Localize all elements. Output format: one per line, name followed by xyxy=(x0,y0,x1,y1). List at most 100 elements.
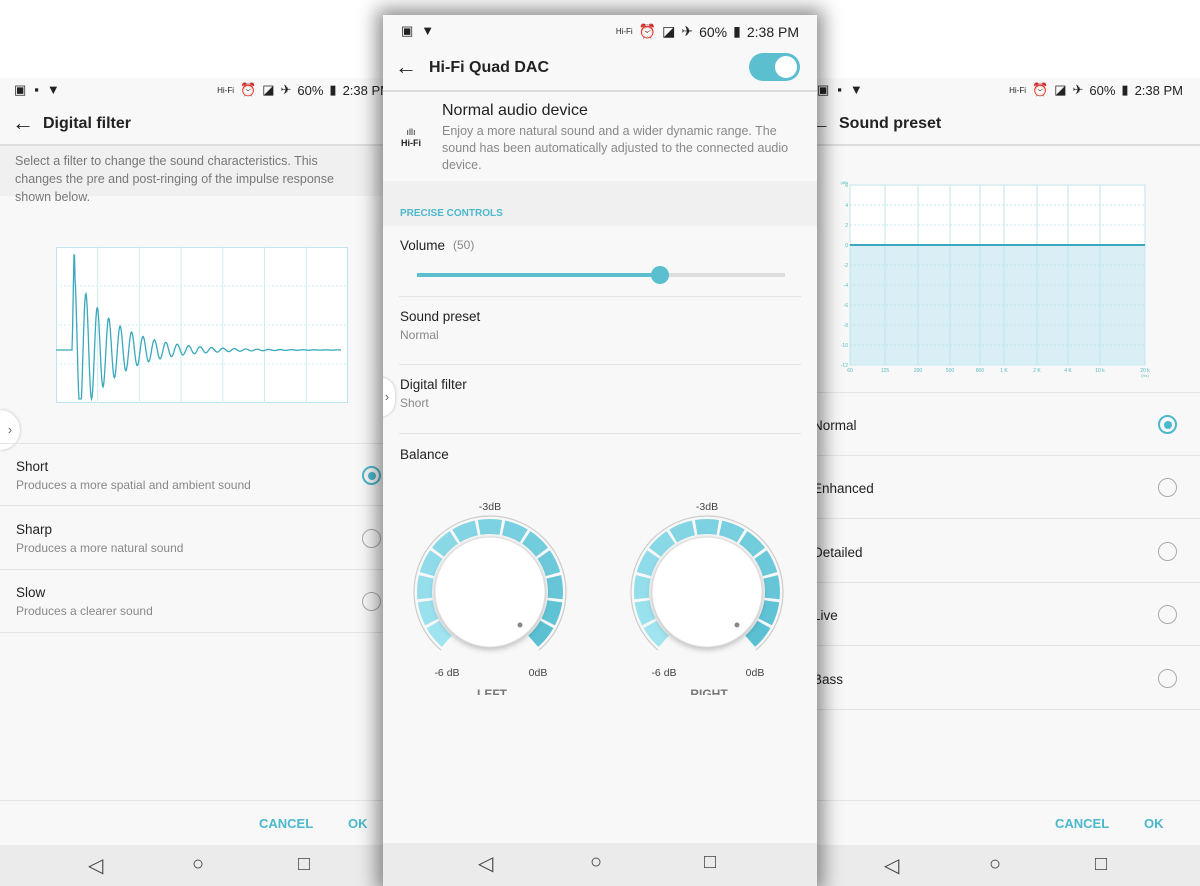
recents-nav-icon[interactable]: □ xyxy=(1095,853,1107,876)
y-tick-label: -4 xyxy=(844,283,849,289)
preset-option[interactable]: Live xyxy=(817,583,1200,647)
slider-thumb[interactable] xyxy=(650,266,669,284)
cancel-button[interactable]: CANCEL xyxy=(1055,816,1109,831)
home-nav-icon[interactable]: ○ xyxy=(590,851,602,874)
filter-label: Sharp xyxy=(16,521,53,537)
recents-nav-icon[interactable]: □ xyxy=(704,851,716,874)
radio-button[interactable] xyxy=(1158,478,1177,498)
battery-level: 60% xyxy=(699,23,728,40)
preset-label: Bass xyxy=(817,671,844,687)
radio-button[interactable] xyxy=(1158,668,1177,688)
back-arrow-icon[interactable]: ← xyxy=(12,110,34,136)
device-description: Enjoy a more natural sound and a wider d… xyxy=(442,124,789,172)
preset-option[interactable]: Bass xyxy=(817,647,1200,710)
radio-button[interactable] xyxy=(1158,541,1177,561)
alarm-icon: ⏰ xyxy=(240,82,257,97)
battery-level: 60% xyxy=(297,82,324,98)
preset-label: Detailed xyxy=(817,544,863,560)
section-header: PRECISE CONTROLS xyxy=(383,181,817,226)
recents-nav-icon[interactable]: □ xyxy=(298,853,310,876)
level-segment xyxy=(634,600,656,626)
knob-min-label: -6 dB xyxy=(651,667,676,679)
preset-option[interactable]: Enhanced xyxy=(817,456,1200,520)
back-nav-icon[interactable]: ◁ xyxy=(88,853,103,878)
volume-slider[interactable] xyxy=(417,266,785,284)
x-tick-label: 4 K xyxy=(1064,368,1072,374)
level-segment xyxy=(417,600,439,626)
back-nav-icon[interactable]: ◁ xyxy=(884,853,899,878)
nav-bar: ◁ ○ □ xyxy=(817,845,1200,886)
gallery-icon: ▪ xyxy=(34,82,39,97)
impulse-response-chart xyxy=(56,247,348,403)
diamond-icon: ▼ xyxy=(849,82,863,97)
battery-level: 60% xyxy=(1089,82,1116,98)
preset-option[interactable]: Normal xyxy=(817,393,1200,456)
volume-label: Volume xyxy=(400,238,446,253)
header: ← Sound preset xyxy=(817,102,1200,146)
radio-button[interactable] xyxy=(362,528,381,548)
app-icon: ▣ xyxy=(14,82,27,97)
home-nav-icon[interactable]: ○ xyxy=(192,853,204,876)
radio-button[interactable] xyxy=(362,592,381,611)
no-sim-icon: ◪ xyxy=(262,82,275,97)
filter-option[interactable]: Short Produces a more spatial and ambien… xyxy=(0,443,383,506)
app-icon: ▣ xyxy=(401,23,414,38)
page-title: Hi-Fi Quad DAC xyxy=(429,59,549,76)
airplane-icon: ✈ xyxy=(1072,82,1084,97)
app-icon: ▣ xyxy=(817,82,830,97)
sound-preset-row[interactable]: Sound preset Normal xyxy=(399,297,801,365)
filter-option[interactable]: Slow Produces a clearer sound xyxy=(0,570,383,633)
radio-button[interactable] xyxy=(1158,605,1177,625)
no-sim-icon: ◪ xyxy=(1054,82,1067,97)
nav-bar: ◁ ○ □ xyxy=(383,843,817,886)
hifi-icon: Hi-Fi xyxy=(217,85,234,95)
radio-button[interactable] xyxy=(1158,415,1177,434)
level-segment xyxy=(546,575,563,600)
level-segment xyxy=(477,519,503,535)
cancel-button[interactable]: CANCEL xyxy=(259,816,313,831)
y-tick-label: -2 xyxy=(844,263,849,269)
nav-bar: ◁ ○ □ xyxy=(0,845,383,886)
knob-min-label: -6 dB xyxy=(434,667,459,679)
y-tick-label: -10 xyxy=(841,343,848,349)
page-title: Sound preset xyxy=(839,115,942,132)
filter-label: Slow xyxy=(16,585,46,600)
ok-button[interactable]: OK xyxy=(1144,816,1164,831)
expand-handle[interactable]: › xyxy=(383,377,395,417)
knob-dial xyxy=(651,536,763,648)
level-segment xyxy=(694,519,720,535)
battery-icon: ▮ xyxy=(1121,82,1129,97)
airplane-icon: ✈ xyxy=(681,23,694,39)
diamond-icon: ▼ xyxy=(46,82,60,97)
y-tick-label: -8 xyxy=(844,323,849,329)
knob-name: RIGHT xyxy=(690,687,728,695)
digital-filter-row[interactable]: Digital filter Short xyxy=(399,365,801,434)
filter-label: Short xyxy=(16,459,49,474)
balance-knobs: -3dB -6 dB 0dB LEFT -3dB -6 dB 0dB RIGHT xyxy=(413,501,784,695)
filter-option[interactable]: Sharp Produces a more natural sound xyxy=(0,507,383,570)
ok-button[interactable]: OK xyxy=(348,816,368,831)
knob-name: LEFT xyxy=(477,687,508,695)
preset-option[interactable]: Detailed xyxy=(817,520,1200,583)
hifi-toggle[interactable] xyxy=(749,53,800,81)
battery-icon: ▮ xyxy=(329,82,337,97)
battery-icon: ▮ xyxy=(733,23,741,39)
x-tick-label: 60 xyxy=(847,368,853,374)
y-tick-label: 2 xyxy=(845,223,848,229)
device-title: Normal audio device xyxy=(442,102,588,119)
clock: 2:38 PM xyxy=(342,82,383,98)
section-label: PRECISE CONTROLS xyxy=(400,208,503,219)
knob-indicator xyxy=(517,622,523,628)
y-tick-label: 0 xyxy=(845,243,848,249)
preset-label: Live xyxy=(817,608,838,624)
back-arrow-icon[interactable]: ← xyxy=(817,110,831,136)
back-arrow-icon[interactable]: ← xyxy=(395,54,417,80)
home-nav-icon[interactable]: ○ xyxy=(989,853,1001,876)
radio-button[interactable] xyxy=(362,466,381,485)
balance-knob-right: -3dB -6 dB 0dB RIGHT xyxy=(630,501,784,695)
no-sim-icon: ◪ xyxy=(662,23,676,39)
hifi-dac-screen: ▣ ▼ Hi-Fi ⏰ ◪ ✈ 60% ▮ 2:38 PM ← Hi-Fi Quad DAC … xyxy=(383,15,817,886)
description: Select a filter to change the sound char… xyxy=(0,146,383,204)
back-nav-icon[interactable]: ◁ xyxy=(478,851,493,876)
preset-label: Normal xyxy=(817,418,857,433)
